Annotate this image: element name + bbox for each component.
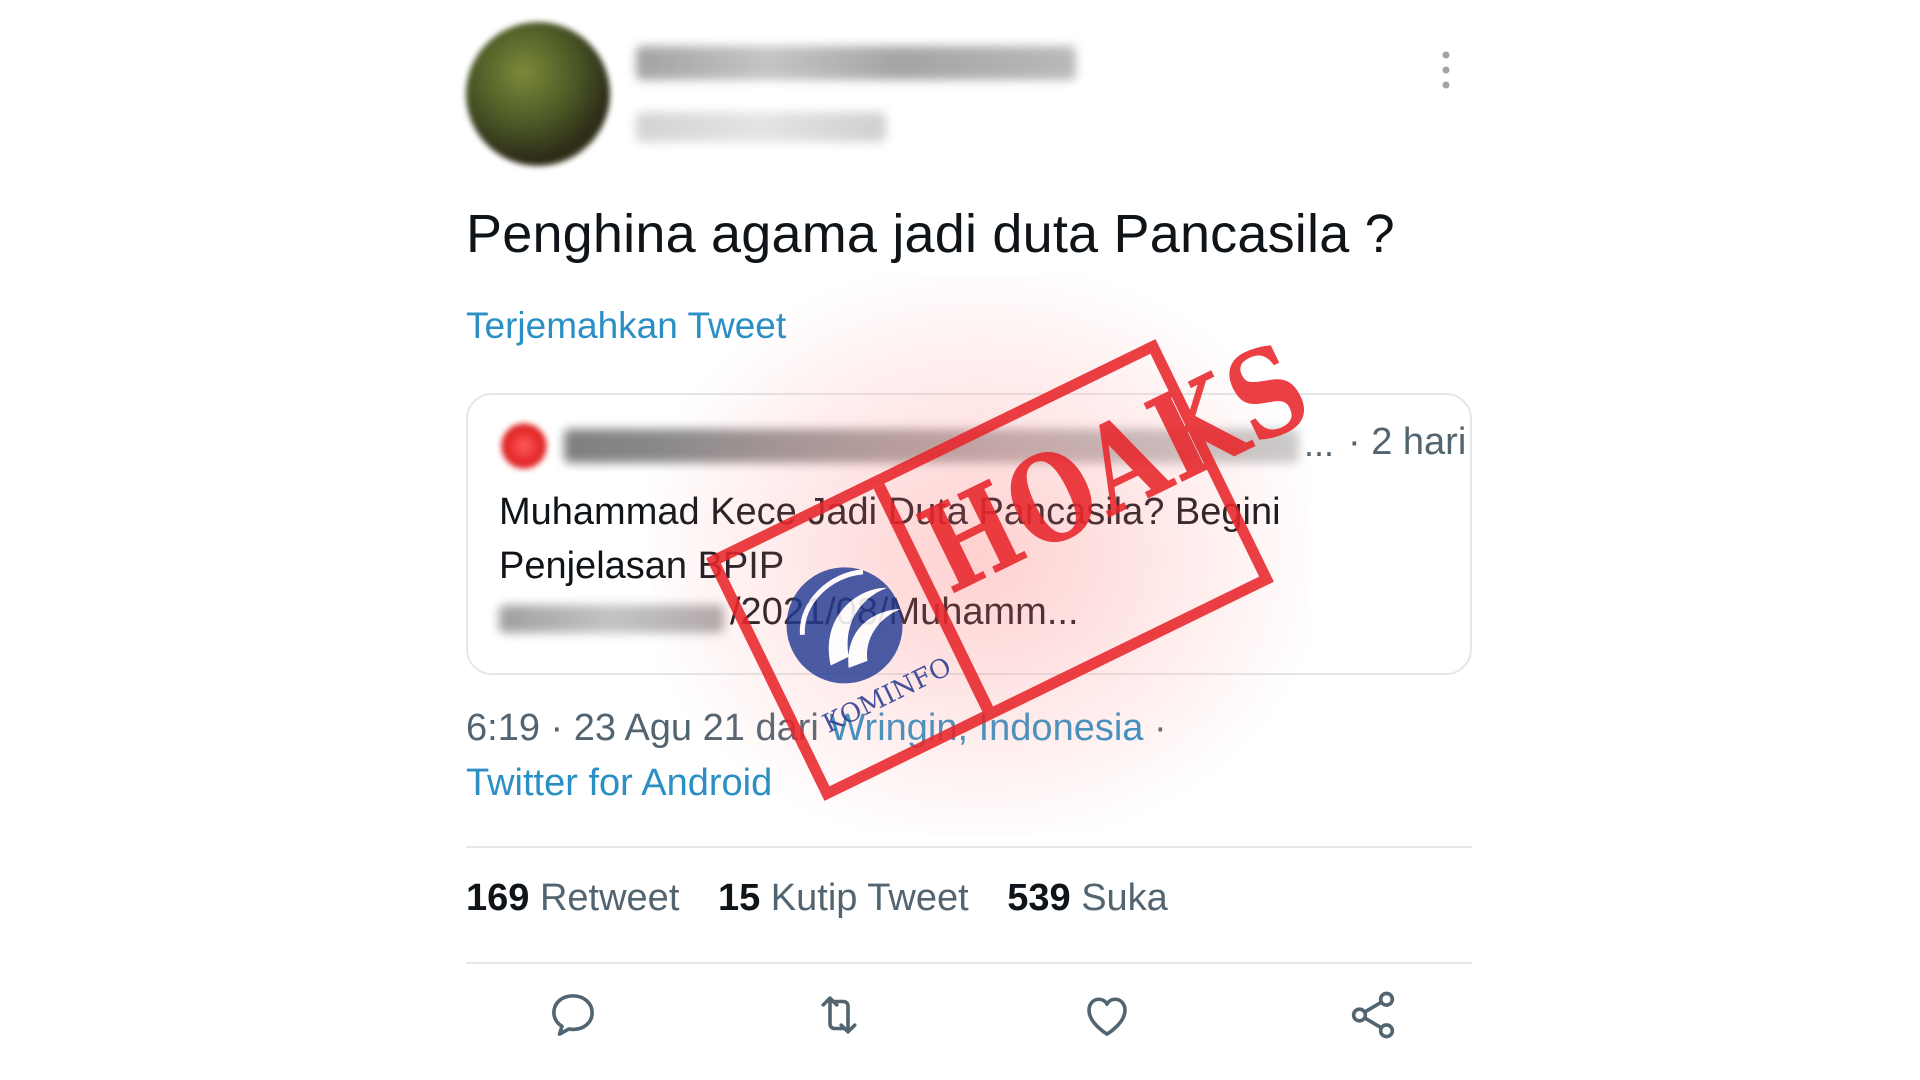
quoted-link[interactable]: /2021/08/Muhamm... (730, 591, 1079, 634)
like-icon[interactable] (1080, 988, 1134, 1042)
tweet-timestamp[interactable]: 6:19 · 23 Agu 21 dari (466, 707, 829, 749)
share-icon[interactable] (1346, 988, 1400, 1042)
tweet-meta: 6:19 · 23 Agu 21 dari Wringin, Indonesia… (466, 707, 1167, 750)
like-label: Suka (1081, 877, 1168, 919)
quoted-name-redacted (564, 429, 1299, 463)
quoted-link-redacted (499, 605, 724, 633)
tweet-location[interactable]: Wringin, Indonesia (829, 707, 1143, 749)
quote-tweet-count: 15 (717, 877, 761, 919)
divider (466, 962, 1472, 964)
tweet-actions (466, 988, 1472, 1048)
quote-tweet-label: Kutip Tweet (770, 877, 969, 919)
like-stat[interactable]: 539 Suka (1007, 877, 1168, 919)
like-count: 539 (1007, 877, 1071, 919)
meta-separator: · (1143, 707, 1167, 749)
retweet-label: Retweet (539, 877, 680, 919)
tweet-text: Penghina agama jadi duta Pancasila ? (466, 204, 1395, 264)
avatar[interactable] (466, 22, 610, 166)
quoted-tweet-card[interactable]: ... · 2 hari Muhammad Kece Jadi Duta Pan… (466, 393, 1472, 675)
tweet-stats: 169 Retweet 15 Kutip Tweet 539 Suka (466, 877, 1196, 920)
tweet-card: Penghina agama jadi duta Pancasila ? Ter… (466, 0, 1476, 1080)
divider (466, 846, 1472, 848)
display-name-redacted[interactable] (636, 46, 1076, 80)
translate-tweet-link[interactable]: Terjemahkan Tweet (466, 305, 786, 347)
username-redacted (636, 112, 886, 142)
retweet-count: 169 (466, 877, 530, 919)
tweet-source[interactable]: Twitter for Android (466, 762, 772, 805)
quoted-avatar (501, 423, 547, 469)
retweet-stat[interactable]: 169 Retweet (466, 877, 679, 919)
reply-icon[interactable] (546, 988, 600, 1042)
more-options-icon[interactable] (1441, 50, 1451, 90)
quote-tweet-stat[interactable]: 15 Kutip Tweet (718, 877, 969, 919)
quoted-name-ellipsis: ... (1304, 423, 1335, 464)
quoted-time: · 2 hari (1348, 421, 1467, 463)
retweet-icon[interactable] (812, 988, 866, 1042)
quoted-text: Muhammad Kece Jadi Duta Pancasila? Begin… (499, 491, 1281, 587)
